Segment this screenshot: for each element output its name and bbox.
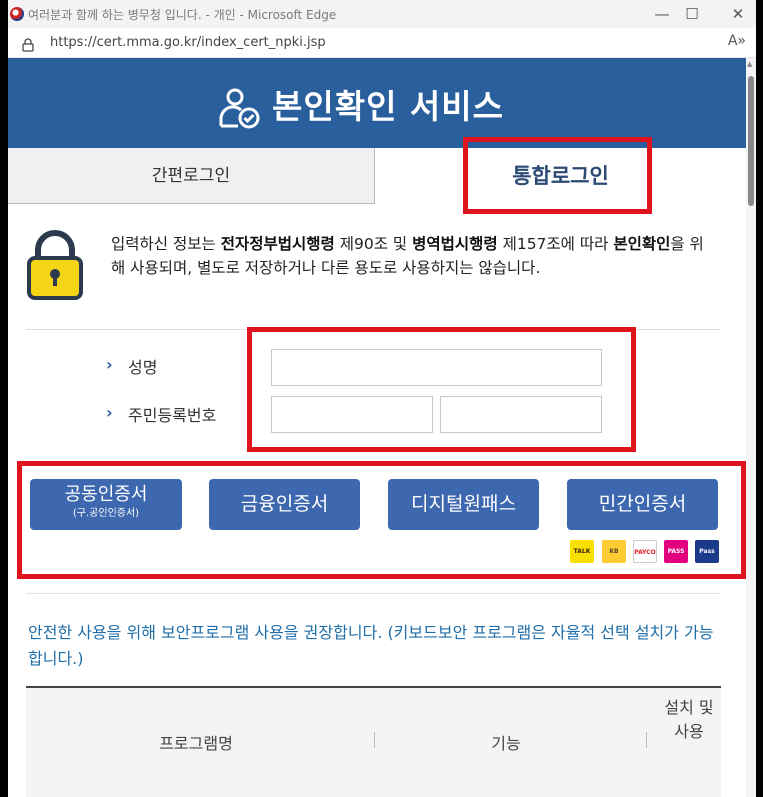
window-title: 여러분과 함께 하는 병무청 입니다. - 개인 - Microsoft Edg…: [28, 8, 337, 22]
rrn-back-input[interactable]: [440, 396, 602, 433]
financial-certificate-label: 금융인증서: [240, 493, 329, 515]
title-bar: 여러분과 함께 하는 병무청 입니다. - 개인 - Microsoft Edg…: [8, 0, 756, 28]
security-program-table: 프로그램명 기능 설치 및 사용: [26, 686, 721, 797]
notice-text-part: 제90조 및: [334, 235, 413, 253]
user-verify-icon: [218, 86, 262, 134]
kakao-logo-icon: TALK: [570, 540, 594, 563]
rrn-front-input[interactable]: [271, 396, 433, 433]
page-title: 본인확인 서비스: [272, 87, 505, 126]
security-program-notice: 안전한 사용을 위해 보안프로그램 사용을 권장합니다. (키보드보안 프로그램…: [28, 623, 714, 668]
divider: [26, 329, 721, 330]
page-content: 본인확인 서비스 간편로그인 통합로그인 입력하신 정보는 전자정부법시행령 제…: [8, 58, 746, 797]
padlock-icon: [26, 230, 84, 304]
chevron-right-icon: ›: [106, 355, 113, 374]
notice-bold-verify: 본인확인: [613, 235, 671, 253]
column-separator: [646, 732, 647, 748]
table-header-program-name: 프로그램명: [159, 734, 233, 753]
notice-bold-law1: 전자정부법시행령: [220, 235, 335, 253]
tab-integrated-login[interactable]: 통합로그인: [374, 148, 746, 204]
header-banner: 본인확인 서비스: [8, 58, 746, 148]
name-input[interactable]: [271, 349, 602, 386]
table-header-function: 기능: [491, 734, 521, 753]
rrn-label: 주민등록번호: [128, 406, 217, 425]
name-label: 성명: [128, 358, 158, 377]
address-bar: https://cert.mma.go.kr/index_cert_npki.j…: [8, 28, 756, 58]
notice-text-part: 제157조에 따라: [497, 235, 614, 253]
login-tabs: 간편로그인 통합로그인: [8, 148, 746, 204]
privacy-notice: 입력하신 정보는 전자정부법시행령 제90조 및 병역법시행령 제157조에 따…: [8, 218, 746, 308]
private-certificate-label: 민간인증서: [598, 493, 687, 515]
scroll-up-icon[interactable]: ▲: [747, 60, 752, 68]
chevron-right-icon: ›: [106, 403, 113, 422]
maximize-button[interactable]: ☐: [678, 2, 706, 26]
joint-certificate-button[interactable]: 공동인증서 (구.공인인증서): [30, 479, 182, 530]
table-header-install: 설치 및 사용: [664, 698, 714, 741]
digital-onepass-label: 디지털원패스: [411, 493, 516, 515]
payco-logo-icon: PAYCO: [633, 540, 657, 563]
financial-certificate-button[interactable]: 금융인증서: [209, 479, 360, 530]
minimize-button[interactable]: —: [648, 2, 676, 26]
private-certificate-button[interactable]: 민간인증서: [567, 479, 718, 530]
pass-logo-icon: PASS: [664, 540, 688, 563]
joint-certificate-sublabel: (구.공인인증서): [72, 508, 140, 519]
notice-text-part: 입력하신 정보는: [111, 235, 221, 253]
site-favicon-icon: [10, 7, 24, 21]
lock-icon[interactable]: [22, 37, 34, 56]
samsung-pass-logo-icon: Pass: [695, 540, 719, 563]
scrollbar-thumb[interactable]: [748, 76, 754, 206]
column-separator: [374, 732, 375, 748]
divider: [26, 593, 721, 594]
notice-text: 입력하신 정보는 전자정부법시행령 제90조 및 병역법시행령 제157조에 따…: [111, 232, 711, 280]
url-text[interactable]: https://cert.mma.go.kr/index_cert_npki.j…: [50, 35, 326, 50]
browser-window: 여러분과 함께 하는 병무청 입니다. - 개인 - Microsoft Edg…: [8, 0, 756, 797]
joint-certificate-label: 공동인증서: [64, 484, 148, 505]
read-aloud-icon[interactable]: A»: [728, 33, 746, 49]
tab-simple-login[interactable]: 간편로그인: [8, 148, 374, 204]
digital-onepass-button[interactable]: 디지털원패스: [388, 479, 539, 530]
kb-logo-icon: KB: [602, 540, 626, 563]
vertical-scrollbar[interactable]: ▲: [746, 58, 756, 797]
notice-bold-law2: 병역법시행령: [412, 235, 498, 253]
screen-frame: 여러분과 함께 하는 병무청 입니다. - 개인 - Microsoft Edg…: [0, 0, 763, 797]
close-button[interactable]: ✕: [724, 2, 752, 26]
